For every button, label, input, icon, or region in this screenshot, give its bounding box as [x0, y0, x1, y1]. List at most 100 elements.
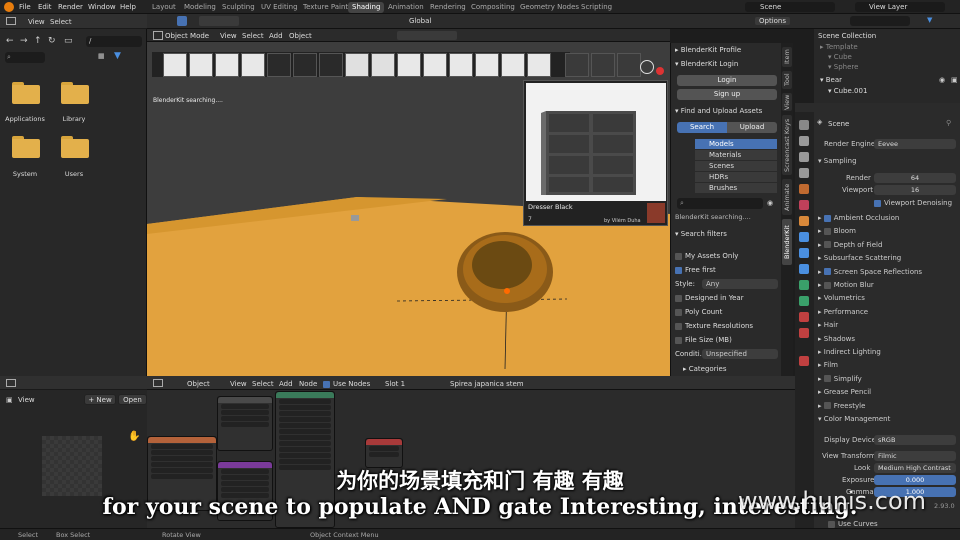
free-first-checkbox[interactable]: Free first [675, 266, 779, 274]
folder-icon[interactable] [12, 136, 40, 158]
panel-subsurface-scattering[interactable]: ▸ Subsurface Scattering [818, 254, 958, 262]
panel-checkbox[interactable] [823, 375, 831, 383]
asset-thumbnail[interactable] [565, 53, 589, 77]
tab-modeling[interactable]: Modeling [180, 2, 220, 13]
object-mode-dropdown[interactable]: Object Mode [165, 32, 209, 40]
panel-grease-pencil[interactable]: ▸ Grease Pencil [818, 388, 958, 396]
tab-animate[interactable]: Animate [782, 179, 792, 215]
bk-profile-section[interactable]: ▸ BlenderKit Profile [675, 46, 779, 54]
editor-type-icon[interactable] [6, 17, 16, 25]
my-assets-checkbox[interactable]: My Assets Only [675, 252, 779, 260]
tab-uv-editing[interactable]: UV Editing [257, 2, 302, 13]
panel-shadows[interactable]: ▸ Shadows [818, 335, 958, 343]
asset-thumbnail[interactable] [449, 53, 473, 77]
new-image-button[interactable]: + New [84, 394, 116, 405]
folder-label-system[interactable]: System [0, 170, 50, 178]
folder-label-applications[interactable]: Applications [0, 115, 50, 123]
outliner-search-input[interactable] [850, 16, 910, 26]
material-icon[interactable] [799, 312, 809, 322]
slot-dropdown[interactable]: Slot 1 [385, 380, 405, 388]
eye-icon[interactable]: ◉ [939, 76, 945, 84]
tab-geometry-nodes[interactable]: Geometry Nodes [516, 2, 583, 13]
menu-select[interactable]: Select [50, 18, 72, 26]
pin-icon[interactable]: ⚲ [946, 119, 951, 127]
modifier-icon[interactable] [799, 232, 809, 242]
options-dropdown[interactable]: Options [755, 17, 791, 25]
panel-hair[interactable]: ▸ Hair [818, 321, 958, 329]
editor-type-icon[interactable] [153, 379, 163, 387]
hand-icon[interactable]: ✋ [128, 431, 140, 442]
categories-section[interactable]: ▸ Categories [683, 365, 787, 373]
panel-checkbox[interactable] [823, 214, 831, 222]
viewport-samples-field[interactable]: 16 [874, 185, 956, 195]
panel-performance[interactable]: ▸ Performance [818, 308, 958, 316]
sampling-section[interactable]: ▾ Sampling [818, 157, 958, 165]
shader-type-dropdown[interactable]: Object [187, 380, 210, 388]
scene-selector[interactable] [745, 2, 835, 12]
asset-thumbnail[interactable] [163, 53, 187, 77]
menu-view[interactable]: View [220, 32, 237, 40]
open-image-button[interactable]: Open [118, 394, 147, 405]
asset-type-models[interactable]: Models [695, 139, 777, 149]
output-icon[interactable] [799, 152, 809, 162]
navigation-gizmo[interactable] [640, 60, 654, 74]
menu-node[interactable]: Node [299, 380, 317, 388]
panel-ambient-occlusion[interactable]: ▸ Ambient Occlusion [818, 214, 958, 222]
filter-icon[interactable]: ▼ [114, 51, 121, 61]
panel-film[interactable]: ▸ Film [818, 361, 958, 369]
view-transform-dropdown[interactable]: Filmic [874, 451, 956, 461]
panel-checkbox[interactable] [823, 268, 831, 276]
tab-animation[interactable]: Animation [384, 2, 428, 13]
render-icon[interactable] [799, 136, 809, 146]
select-mode-buttons[interactable] [199, 16, 239, 26]
menu-edit[interactable]: Edit [38, 3, 52, 11]
menu-select[interactable]: Select [252, 380, 274, 388]
tab-scripting[interactable]: Scripting [577, 2, 616, 13]
asset-thumbnail[interactable] [501, 53, 525, 77]
shading-mode-buttons[interactable] [667, 31, 727, 40]
tab-sculpting[interactable]: Sculpting [218, 2, 259, 13]
search-tab[interactable]: Search [677, 122, 727, 133]
bk-find-section[interactable]: ▾ Find and Upload Assets [675, 107, 779, 115]
particles-icon[interactable] [799, 248, 809, 258]
bk-search-input[interactable]: ⌕ [677, 198, 763, 209]
panel-screen-space-reflections[interactable]: ▸ Screen Space Reflections [818, 268, 958, 276]
asset-type-brushes[interactable]: Brushes [695, 183, 777, 193]
poly-count-checkbox[interactable]: Poly Count [675, 308, 779, 316]
render-samples-field[interactable]: 64 [874, 173, 956, 183]
transform-orientation[interactable]: Global [409, 17, 431, 25]
material-name-field[interactable]: Spirea japanica stem [450, 380, 524, 388]
asset-thumbnail[interactable] [319, 53, 343, 77]
tab-texture-paint[interactable]: Texture Paint [299, 2, 352, 13]
checker-icon[interactable] [799, 356, 809, 366]
menu-window[interactable]: Window [88, 3, 116, 11]
tab-compositing[interactable]: Compositing [467, 2, 519, 13]
menu-object[interactable]: Object [289, 32, 312, 40]
panel-bloom[interactable]: ▸ Bloom [818, 227, 958, 235]
asset-type-hdrs[interactable]: HDRs [695, 172, 777, 182]
menu-view[interactable]: View [230, 380, 247, 388]
editor-type-icon[interactable] [6, 379, 16, 387]
asset-thumbnail[interactable] [267, 53, 291, 77]
folder-label-library[interactable]: Library [49, 115, 99, 123]
tab-layout[interactable]: Layout [148, 2, 180, 13]
viewport-denoising-checkbox[interactable]: Viewport Denoising [874, 199, 960, 207]
tab-screencast-keys[interactable]: Screencast Keys [782, 115, 792, 175]
gizmo-toggles[interactable] [397, 31, 457, 40]
asset-thumbnail[interactable] [475, 53, 499, 77]
file-size-checkbox[interactable]: File Size (MB) [675, 336, 779, 344]
display-mode-icon[interactable]: ▦ [98, 52, 105, 60]
texture-icon[interactable] [799, 328, 809, 338]
menu-file[interactable]: File [19, 3, 31, 11]
asset-thumbnail[interactable] [591, 53, 615, 77]
condition-dropdown[interactable]: Unspecified [702, 349, 778, 359]
asset-thumbnail[interactable] [617, 53, 641, 77]
panel-color-management[interactable]: ▾ Color Management [818, 415, 958, 423]
bk-login-section[interactable]: ▾ BlenderKit Login [675, 60, 779, 68]
forward-arrow-icon[interactable]: → [20, 36, 28, 46]
menu-view[interactable]: View [28, 18, 45, 26]
world-icon[interactable] [799, 200, 809, 210]
back-arrow-icon[interactable]: ← [6, 36, 14, 46]
folder-icon[interactable] [61, 136, 89, 158]
panel-indirect-lighting[interactable]: ▸ Indirect Lighting [818, 348, 958, 356]
